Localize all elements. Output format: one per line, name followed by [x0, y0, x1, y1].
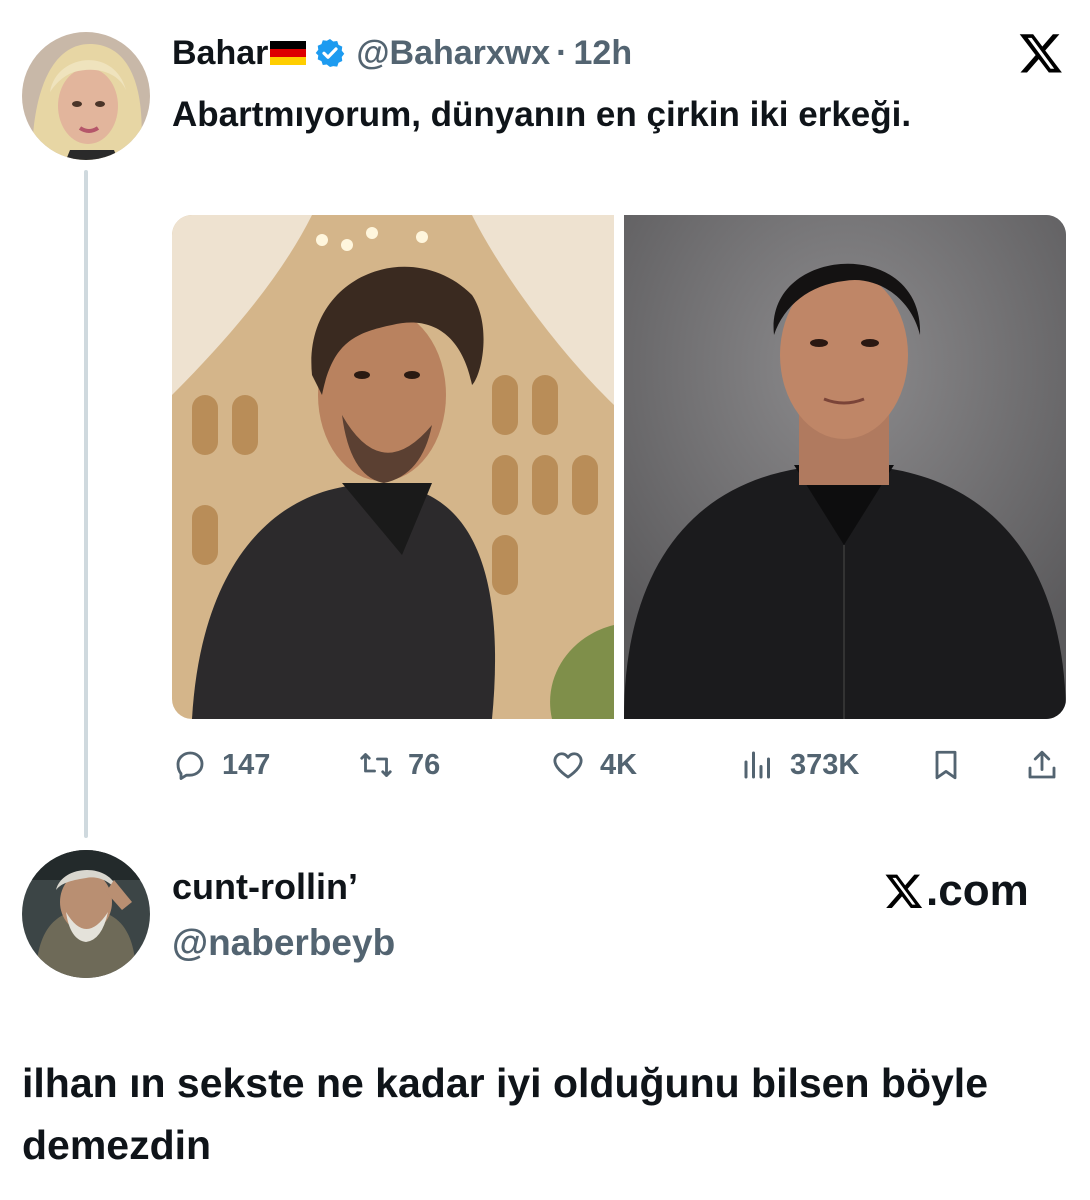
separator-dot: · [556, 33, 568, 72]
share-icon [1028, 750, 1056, 779]
photo-right[interactable] [624, 215, 1066, 719]
heart-icon [553, 752, 583, 779]
x-com-text: .com [926, 866, 1029, 915]
reply-account-avatar[interactable] [22, 850, 150, 978]
share-button[interactable] [1024, 742, 1074, 788]
tweet-media[interactable] [172, 215, 1066, 719]
bookmark-icon [935, 750, 957, 780]
germany-flag-icon [270, 41, 307, 65]
x-com-watermark: .com [884, 866, 1029, 916]
reply-count: 147 [222, 748, 271, 781]
views-icon [744, 751, 770, 779]
x-logo-icon [1018, 30, 1064, 76]
views-button[interactable]: 373K [740, 742, 859, 788]
bookmark-button[interactable] [928, 742, 978, 788]
x-logo-icon [885, 874, 923, 908]
thread-line [84, 170, 88, 838]
retweet-button[interactable]: 76 [358, 742, 440, 788]
tweet-header: Bahar @Baharxwx · 12h [172, 30, 632, 76]
photo-left[interactable] [172, 215, 614, 719]
reply-text: ilhan ın sekste ne kadar iyi olduğunu bi… [22, 1060, 989, 1168]
author-avatar[interactable] [22, 32, 150, 160]
views-count: 373K [790, 748, 860, 781]
reply-icon [176, 751, 204, 780]
like-button[interactable]: 4K [550, 742, 637, 788]
tweet-text: Abartmıyorum, dünyanın en çirkin iki erk… [172, 95, 912, 134]
reply-button[interactable]: 147 [172, 742, 270, 788]
like-count: 4K [600, 748, 638, 781]
tweet-time[interactable]: 12h [574, 34, 633, 73]
reply-account-name[interactable]: cunt-rollin’ [172, 866, 358, 908]
author-name[interactable]: Bahar [172, 34, 268, 73]
retweet-count: 76 [408, 748, 441, 781]
reply-account-handle[interactable]: @naberbeyb [172, 922, 395, 964]
retweet-icon [360, 753, 392, 777]
author-handle[interactable]: @Baharxwx [356, 34, 550, 73]
verified-badge-icon [314, 37, 346, 69]
